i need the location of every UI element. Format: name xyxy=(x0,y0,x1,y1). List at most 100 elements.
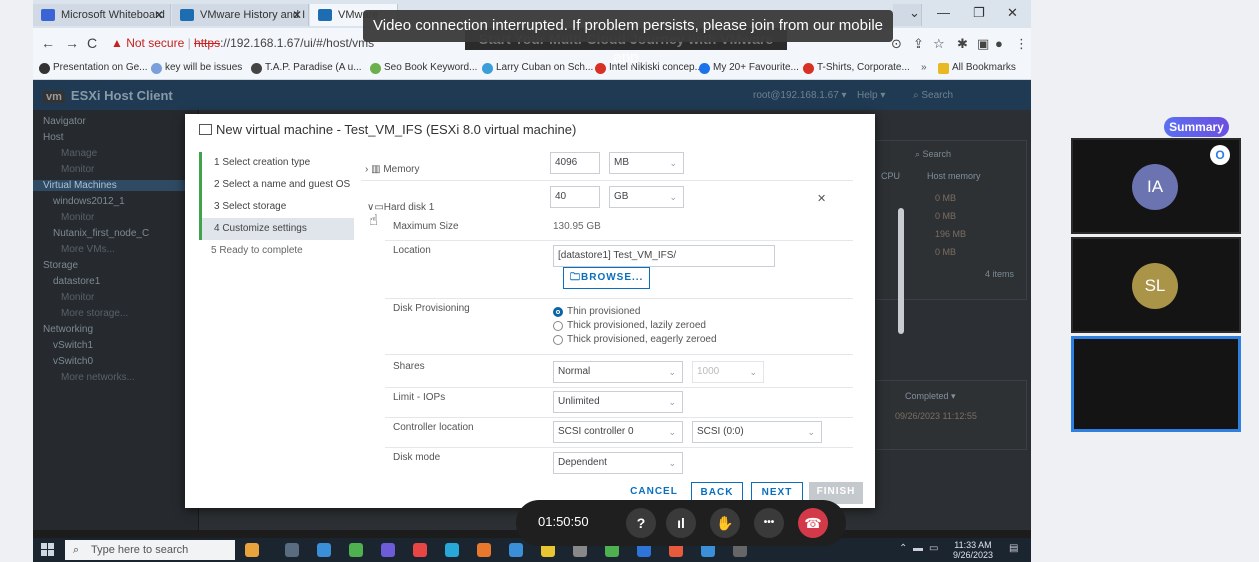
wizard-step[interactable]: 5 Ready to complete xyxy=(199,240,354,262)
tray-volume-icon[interactable]: ▭ xyxy=(929,543,938,554)
taskbar-search[interactable]: ⌕ Type here to search xyxy=(65,540,235,560)
settings-scrollbar[interactable] xyxy=(898,208,904,334)
taskbar-app-icon[interactable] xyxy=(509,543,523,557)
memory-unit-select[interactable]: MB ⌄ xyxy=(609,152,684,174)
taskbar-app-icon[interactable] xyxy=(245,543,259,557)
tray-network-icon[interactable]: ▬ xyxy=(913,543,923,554)
wizard-step[interactable]: 1 Select creation type xyxy=(199,152,354,174)
controller-select[interactable]: SCSI controller 0 ⌄ xyxy=(553,421,683,443)
navigator-item[interactable]: Virtual Machines xyxy=(33,180,199,191)
taskbar-app-icon[interactable] xyxy=(285,543,299,557)
help-icon[interactable]: ? xyxy=(626,508,656,538)
raise-hand-icon[interactable]: ✋ xyxy=(710,508,740,538)
disk-mode-select[interactable]: Dependent ⌄ xyxy=(553,452,683,474)
forward-arrow-icon[interactable]: → xyxy=(65,35,79,51)
taskbar-app-icon[interactable] xyxy=(349,543,363,557)
navigator-item[interactable]: More VMs... xyxy=(61,244,115,255)
tab-search-icon[interactable]: ⌄ xyxy=(909,5,920,21)
navigator-item[interactable]: Monitor xyxy=(61,292,94,303)
user-menu[interactable]: root@192.168.1.67 ▾ xyxy=(753,90,847,101)
share-icon[interactable]: ⇪ xyxy=(913,36,924,52)
tray-overflow-icon[interactable]: ⌃ xyxy=(899,543,907,554)
navigator-item[interactable]: vSwitch0 xyxy=(53,356,93,367)
navigator-item[interactable]: Host xyxy=(43,132,64,143)
shares-select[interactable]: Normal ⌄ xyxy=(553,361,683,383)
col-completed[interactable]: Completed ▾ xyxy=(905,391,1031,402)
bookmark-favicon-icon xyxy=(803,63,814,74)
hard-disk-size-input[interactable]: 40 xyxy=(550,186,600,208)
radio-thin-provisioned[interactable]: Thin provisioned xyxy=(553,306,640,317)
navigator-item[interactable]: More networks... xyxy=(61,372,135,383)
taskbar-clock[interactable]: 11:33 AM 9/26/2023 xyxy=(953,540,993,560)
wizard-step-current[interactable]: 4 Customize settings xyxy=(199,218,354,240)
hard-disk-unit-select[interactable]: GB ⌄ xyxy=(609,186,684,208)
taskbar-app-icon[interactable] xyxy=(477,543,491,557)
participant-tile[interactable]: SL xyxy=(1071,237,1241,333)
item-count: 4 items xyxy=(985,269,1015,279)
bookmark-star-icon[interactable]: ☆ xyxy=(933,36,945,52)
navigator-item[interactable]: datastore1 xyxy=(53,276,100,287)
profile-icon[interactable]: ● xyxy=(995,36,1003,51)
more-options-icon[interactable]: ••• xyxy=(754,508,784,538)
navigator-item[interactable]: vSwitch1 xyxy=(53,340,93,351)
stats-icon[interactable]: ıl xyxy=(666,508,696,538)
reload-icon[interactable]: C xyxy=(87,35,97,51)
bookmark-item[interactable]: key will be issues xyxy=(151,62,242,74)
notifications-icon[interactable]: ▤ xyxy=(1009,543,1018,554)
back-arrow-icon[interactable]: ← xyxy=(41,35,55,51)
end-call-icon[interactable]: ☎ xyxy=(798,508,828,538)
limit-iops-select[interactable]: Unlimited ⌄ xyxy=(553,391,683,413)
bookmark-item[interactable]: Seo Book Keyword... xyxy=(370,62,477,74)
wizard-step[interactable]: 2 Select a name and guest OS xyxy=(199,174,354,196)
divider xyxy=(385,354,853,355)
participant-tile-self[interactable] xyxy=(1071,336,1241,432)
taskbar-app-icon[interactable] xyxy=(445,543,459,557)
navigator-item[interactable]: Monitor xyxy=(61,212,94,223)
taskbar-app-icon[interactable] xyxy=(381,543,395,557)
browser-tab[interactable]: Microsoft Whiteboard ✕ xyxy=(33,4,171,26)
navigator-item[interactable]: Monitor xyxy=(61,164,94,175)
vm-table-search[interactable]: ⌕ Search xyxy=(915,149,1031,160)
remove-disk-icon[interactable]: ✕ xyxy=(817,192,826,205)
bookmark-item[interactable]: Larry Cuban on Sch... xyxy=(482,62,593,74)
browse-button[interactable]: 🗀BROWSE... xyxy=(563,267,651,289)
controller-slot-select[interactable]: SCSI (0:0) ⌄ xyxy=(692,421,822,443)
bookmark-item[interactable]: Intel Nikiski concep... xyxy=(595,62,703,74)
side-panel-icon[interactable]: ▣ xyxy=(977,36,989,52)
header-search[interactable]: ⌕ Search xyxy=(913,90,953,101)
summary-button[interactable]: Summary xyxy=(1164,117,1229,137)
not-secure-label: Not secure xyxy=(126,36,185,50)
wizard-step[interactable]: 3 Select storage xyxy=(199,196,354,218)
bookmark-item[interactable]: My 20+ Favourite... xyxy=(699,62,799,74)
navigator-item[interactable]: Networking xyxy=(43,324,93,335)
radio-thick-lazy[interactable]: Thick provisioned, lazily zeroed xyxy=(553,320,706,331)
windows-start-icon[interactable] xyxy=(41,543,55,557)
restore-icon[interactable]: ❐ xyxy=(973,5,985,21)
bookmark-item[interactable]: Presentation on Ge... xyxy=(39,62,148,74)
extensions-icon[interactable]: ✱ xyxy=(957,36,968,52)
navigator-item[interactable]: Manage xyxy=(61,148,97,159)
location-input[interactable]: [datastore1] Test_VM_IFS/ xyxy=(553,245,775,267)
bookmark-item[interactable]: T.A.P. Paradise (A u... xyxy=(251,62,362,74)
navigator-item[interactable]: Storage xyxy=(43,260,78,271)
memory-input[interactable]: 4096 xyxy=(550,152,600,174)
close-window-icon[interactable]: ✕ xyxy=(1007,5,1018,21)
bookmark-item[interactable]: T-Shirts, Corporate... xyxy=(803,62,910,74)
tab-close-icon[interactable]: ✕ xyxy=(154,4,164,26)
navigator-item[interactable]: Navigator xyxy=(43,116,86,127)
radio-thick-eager[interactable]: Thick provisioned, eagerly zeroed xyxy=(553,334,717,345)
all-bookmarks[interactable]: All Bookmarks xyxy=(938,62,1016,74)
browser-tab[interactable]: VMware History and I ✕ xyxy=(172,4,309,26)
navigator-item[interactable]: windows2012_1 xyxy=(53,196,125,207)
help-menu[interactable]: Help ▾ xyxy=(857,90,885,101)
minimize-icon[interactable]: — xyxy=(937,5,950,20)
navigator-item[interactable]: Nutanix_first_node_C xyxy=(53,228,149,239)
copilot-icon[interactable]: O xyxy=(1210,145,1230,165)
bookmarks-overflow-icon[interactable]: » xyxy=(921,62,927,73)
menu-kebab-icon[interactable]: ⋮ xyxy=(1015,36,1028,52)
memory-row-label[interactable]: › ▥ Memory xyxy=(365,164,419,175)
taskbar-app-icon[interactable] xyxy=(413,543,427,557)
tab-close-icon[interactable]: ✕ xyxy=(292,4,302,26)
taskbar-app-icon[interactable] xyxy=(317,543,331,557)
navigator-item[interactable]: More storage... xyxy=(61,308,128,319)
